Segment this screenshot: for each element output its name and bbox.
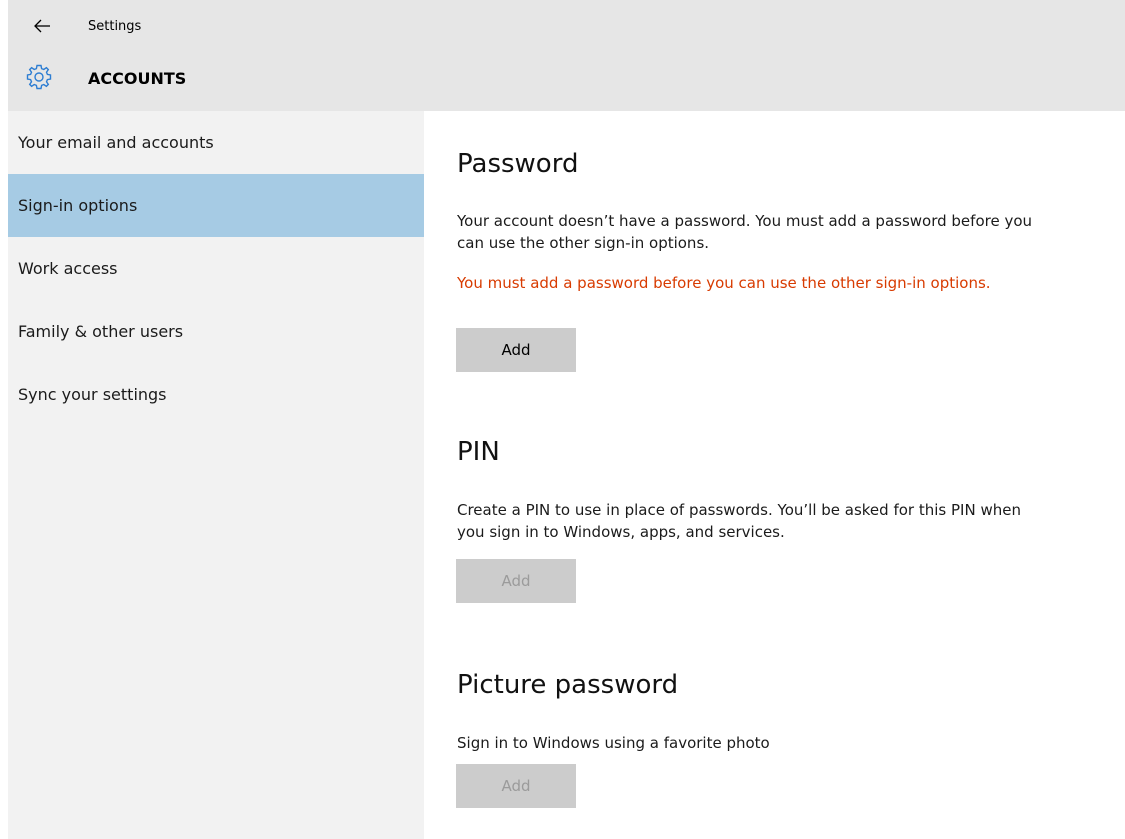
section-title: ACCOUNTS (88, 69, 187, 88)
sidebar-item-family-other-users[interactable]: Family & other users (8, 300, 424, 363)
picture-password-description: Sign in to Windows using a favorite phot… (457, 734, 770, 752)
password-description: Your account doesn’t have a password. Yo… (457, 212, 1033, 252)
picture-password-heading: Picture password (457, 670, 679, 700)
picture-password-add-button[interactable]: Add (456, 764, 576, 808)
password-heading: Password (457, 149, 579, 179)
password-warning: You must add a password before you can u… (457, 274, 991, 292)
sidebar-nav: Your email and accounts Sign-in options … (8, 111, 424, 839)
sidebar-item-sync-settings[interactable]: Sync your settings (8, 363, 424, 426)
sidebar-item-email-accounts[interactable]: Your email and accounts (8, 111, 424, 174)
pin-heading: PIN (457, 437, 500, 467)
pin-add-button[interactable]: Add (456, 559, 576, 603)
main-content: Password Your account doesn’t have a pas… (424, 111, 1125, 839)
title-bar: Settings ACCOUNTS (8, 0, 1125, 111)
sidebar-item-work-access[interactable]: Work access (8, 237, 424, 300)
sidebar-item-sign-in-options[interactable]: Sign-in options (8, 174, 424, 237)
password-add-button[interactable]: Add (456, 328, 576, 372)
gear-icon (26, 64, 52, 90)
back-arrow-icon[interactable] (32, 16, 52, 36)
pin-description: Create a PIN to use in place of password… (457, 501, 1021, 541)
app-title: Settings (88, 19, 142, 34)
